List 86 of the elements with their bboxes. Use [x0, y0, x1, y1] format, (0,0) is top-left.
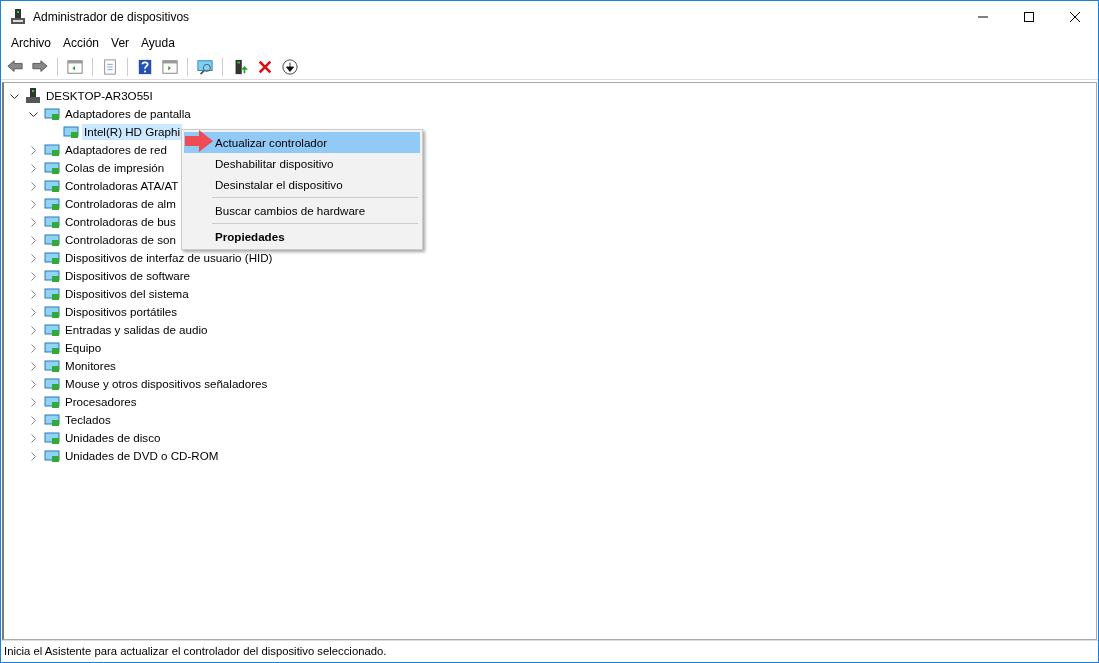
- menu-item[interactable]: Ayuda: [135, 34, 181, 52]
- tree-item[interactable]: Dispositivos portátiles: [63, 304, 180, 320]
- device-icon: [44, 376, 60, 392]
- expand-chevron-icon[interactable]: [30, 451, 36, 461]
- device-icon: [44, 304, 60, 320]
- help-icon: [137, 58, 153, 75]
- properties-icon: [102, 58, 118, 75]
- menu-item[interactable]: Acción: [57, 34, 106, 52]
- computer-icon: [25, 88, 41, 104]
- menu-item[interactable]: Archivo: [5, 34, 57, 52]
- tree-item[interactable]: Unidades de disco: [63, 430, 163, 446]
- pane-icon: [162, 58, 178, 75]
- expand-chevron-icon[interactable]: [30, 217, 36, 227]
- expand-chevron-icon[interactable]: [30, 325, 36, 335]
- menu-item[interactable]: Propiedades: [184, 226, 420, 247]
- device-icon: [44, 430, 60, 446]
- expand-chevron-icon[interactable]: [30, 433, 36, 443]
- expand-chevron-icon[interactable]: [30, 163, 36, 173]
- pointer-arrow: [185, 130, 213, 152]
- expand-chevron-icon[interactable]: [30, 271, 36, 281]
- menu-item[interactable]: Desinstalar el dispositivo: [184, 174, 420, 195]
- device-icon: [44, 106, 60, 122]
- tree-item[interactable]: Dispositivos del sistema: [63, 286, 191, 302]
- expand-chevron-icon[interactable]: [30, 289, 36, 299]
- monitor-scan-icon: [197, 58, 213, 75]
- expand-chevron-icon[interactable]: [30, 361, 36, 371]
- expand-chevron-icon[interactable]: [30, 199, 36, 209]
- menu-item[interactable]: Ver: [105, 34, 136, 52]
- tree-item[interactable]: Dispositivos de software: [63, 268, 192, 284]
- tree-item[interactable]: DESKTOP-AR3O55I: [44, 88, 155, 104]
- device-icon: [44, 232, 60, 248]
- tree-item[interactable]: Colas de impresión: [63, 160, 167, 176]
- tree-item[interactable]: Mouse y otros dispositivos señaladores: [63, 376, 270, 392]
- device-icon: [44, 142, 60, 158]
- expand-chevron-icon[interactable]: [30, 181, 36, 191]
- tree-item[interactable]: Controladoras de alm: [63, 196, 178, 212]
- tree-item[interactable]: Adaptadores de red: [63, 142, 169, 158]
- back-arrow-icon: [7, 58, 23, 75]
- tree-item[interactable]: Adaptadores de pantalla: [63, 106, 193, 122]
- device-icon: [44, 250, 60, 266]
- device-icon: [44, 340, 60, 356]
- tree-item[interactable]: Monitores: [63, 358, 118, 374]
- expand-chevron-icon[interactable]: [30, 379, 36, 389]
- collapse-chevron-icon[interactable]: [28, 111, 38, 117]
- device-icon: [44, 196, 60, 212]
- tree-item[interactable]: Equipo: [63, 340, 104, 356]
- tree-item[interactable]: Unidades de DVD o CD-ROM: [63, 448, 221, 464]
- menu-item[interactable]: Actualizar controlador: [184, 132, 420, 153]
- expand-chevron-icon[interactable]: [30, 343, 36, 353]
- expand-chevron-icon[interactable]: [30, 235, 36, 245]
- device-icon: [44, 160, 60, 176]
- device-icon: [44, 178, 60, 194]
- device-icon: [44, 358, 60, 374]
- window-title: Administrador de dispositivos: [33, 8, 190, 26]
- tree-item[interactable]: Entradas y salidas de audio: [63, 322, 210, 338]
- device-icon: [63, 124, 79, 140]
- tree-item[interactable]: Intel(R) HD Graphi: [82, 124, 182, 140]
- tree-item[interactable]: Procesadores: [63, 394, 139, 410]
- close-icon: [1070, 11, 1080, 22]
- maximize-icon: [1024, 11, 1034, 22]
- tree-item[interactable]: Teclados: [63, 412, 113, 428]
- device-icon: [44, 214, 60, 230]
- forward-arrow-icon: [32, 58, 48, 75]
- pane-icon: [67, 58, 83, 75]
- device-icon: [44, 268, 60, 284]
- collapse-chevron-icon[interactable]: [9, 93, 19, 99]
- device-icon: [44, 394, 60, 410]
- tree-item[interactable]: Controladoras ATA/AT: [63, 178, 181, 194]
- expand-chevron-icon[interactable]: [30, 307, 36, 317]
- expand-chevron-icon[interactable]: [30, 253, 36, 263]
- delete-icon: [257, 58, 273, 75]
- computer-icon: [11, 8, 25, 25]
- tree-item[interactable]: Controladoras de son: [63, 232, 178, 248]
- expand-chevron-icon[interactable]: [30, 145, 36, 155]
- menu-item[interactable]: Deshabilitar dispositivo: [184, 153, 420, 174]
- status-text: Inicia el Asistente para actualizar el controlador del dispositivo seleccionado.: [4, 644, 387, 660]
- download-icon: [282, 58, 298, 75]
- device-icon: [44, 412, 60, 428]
- device-icon: [44, 286, 60, 302]
- expand-chevron-icon[interactable]: [30, 415, 36, 425]
- tree-item[interactable]: Controladoras de bus: [63, 214, 178, 230]
- device-icon: [44, 448, 60, 464]
- menu-item[interactable]: Buscar cambios de hardware: [184, 200, 420, 221]
- tree-item[interactable]: Dispositivos de interfaz de usuario (HID): [63, 250, 275, 266]
- device-icon: [44, 322, 60, 338]
- expand-chevron-icon[interactable]: [30, 397, 36, 407]
